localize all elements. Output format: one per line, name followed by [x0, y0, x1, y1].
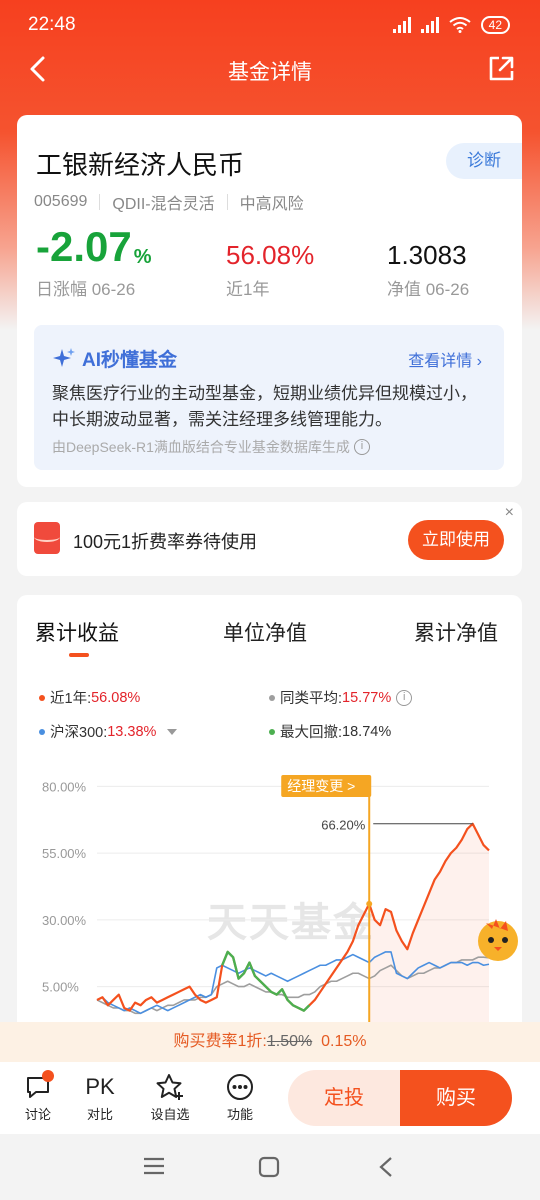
ai-source-text: 由DeepSeek-R1满血版结合专业基金数据库生成 — [52, 439, 350, 455]
year-return-metric: 56.08% 近1年 — [226, 233, 314, 300]
fund-category: QDII-混合灵活 — [112, 196, 215, 213]
signal-icon — [392, 17, 411, 33]
home-icon[interactable] — [258, 1156, 280, 1178]
ai-summary-text: 聚焦医疗行业的主动型基金，短期业绩优异但规模过小，中长期波动显著，需关注经理多线… — [52, 384, 477, 429]
use-coupon-button[interactable]: 立即使用 — [408, 520, 504, 560]
daily-change-label: 日涨幅 06-26 — [36, 280, 136, 299]
discounted-fee: 0.15% — [316, 1033, 367, 1050]
ai-summary-box[interactable]: AI秒懂基金 查看详情 › 聚焦医疗行业的主动型基金，短期业绩优异但规模过小，中… — [34, 325, 504, 470]
drawdown-line — [221, 950, 311, 1012]
auto-invest-button[interactable]: 定投 — [288, 1070, 400, 1126]
nav-metric: 1.3083 净值 06-26 — [387, 233, 469, 300]
fund-code: 005699 — [34, 193, 88, 210]
share-icon[interactable] — [486, 54, 516, 84]
year-return-label: 近1年 — [226, 280, 270, 299]
battery-icon: 42 — [480, 16, 510, 34]
status-icons: 42 — [392, 16, 510, 34]
manager-change-dot — [366, 900, 373, 907]
info-icon[interactable]: i — [353, 439, 370, 455]
discussion-button[interactable]: 讨论 — [8, 1070, 68, 1123]
fund-meta: 005699 QDII-混合灵活 中高风险 — [34, 190, 304, 214]
more-dots-icon — [210, 1072, 270, 1102]
original-fee: 1.50% — [266, 1033, 313, 1050]
daily-change-metric: -2.07% 日涨幅 06-26 — [36, 223, 152, 300]
add-favorite-label: 设自选 — [150, 1107, 190, 1122]
ai-source: 由DeepSeek-R1满血版结合专业基金数据库生成 i — [52, 437, 370, 457]
buy-button[interactable]: 购买 — [400, 1070, 512, 1126]
compare-label: 对比 — [86, 1107, 113, 1122]
bottom-action-bar: 讨论 PK 对比 设自选 功能 定投 购买 — [0, 1062, 540, 1134]
star-plus-icon — [140, 1072, 200, 1102]
fund-name: 工银新经济人民币 — [36, 150, 245, 180]
signal-icon — [420, 17, 439, 33]
y-tick-label: 55.00% — [42, 846, 87, 861]
promo-prefix: 购买费率1折: — [173, 1033, 267, 1050]
back-nav-icon[interactable] — [378, 1156, 394, 1178]
compare-button[interactable]: PK 对比 — [70, 1072, 130, 1123]
coupon-text: 100元1折费率券待使用 — [73, 532, 258, 552]
add-favorite-button[interactable]: 设自选 — [140, 1072, 200, 1123]
red-envelope-icon — [34, 522, 60, 554]
ai-more-text: 查看详情 — [408, 353, 473, 370]
ai-title-text: AI秒懂基金 — [82, 350, 178, 371]
manager-change-label: 经理变更 > — [287, 778, 355, 794]
system-nav-bar — [0, 1134, 540, 1200]
status-bar: 22:48 42 — [0, 0, 540, 50]
y-tick-label: 5.00% — [42, 980, 79, 995]
ai-title: AI秒懂基金 — [52, 345, 177, 372]
chat-bubble-icon — [8, 1070, 68, 1102]
daily-change-value: -2.07 — [36, 223, 132, 270]
mascot-icon[interactable] — [472, 913, 524, 965]
fund-summary-card: 工银新经济人民币 诊断 005699 QDII-混合灵活 中高风险 -2.07%… — [17, 115, 522, 487]
diagnose-button[interactable]: 诊断 — [446, 143, 522, 179]
fund-risk: 中高风险 — [239, 196, 304, 213]
nav-label: 净值 06-26 — [387, 280, 470, 299]
sparkle-icon — [53, 347, 75, 367]
divider — [99, 194, 101, 210]
menu-icon[interactable] — [143, 1156, 165, 1176]
pk-icon: PK — [85, 1074, 115, 1099]
top-nav: 基金详情 — [0, 50, 540, 90]
return-chart[interactable]: 80.00%55.00%30.00%5.00%经理变更 >66.20%-4.31… — [17, 595, 522, 1025]
coupon-card: 100元1折费率券待使用 立即使用 × — [17, 502, 522, 576]
ai-more-link[interactable]: 查看详情 › — [408, 347, 482, 371]
performance-chart-card: 累计收益 单位净值 累计净值 近1年: 56.08% 同类平均: 15.77% i … — [17, 595, 522, 1065]
more-functions-label: 功能 — [226, 1107, 253, 1122]
nav-value: 1.3083 — [387, 240, 467, 270]
daily-change-unit: % — [133, 246, 152, 268]
status-time: 22:48 — [28, 14, 76, 35]
fee-promo-bar[interactable]: 购买费率1折:1.50% 0.15% — [0, 1022, 540, 1062]
close-icon[interactable]: × — [505, 504, 514, 522]
more-functions-button[interactable]: 功能 — [210, 1072, 270, 1123]
divider — [226, 194, 228, 210]
year-return-value: 56.08% — [226, 240, 315, 270]
wifi-icon — [449, 17, 471, 33]
max-value-label: 66.20% — [321, 818, 366, 833]
chevron-right-icon: › — [476, 353, 482, 370]
y-tick-label: 80.00% — [42, 779, 87, 794]
discussion-label: 讨论 — [24, 1107, 51, 1122]
page-title: 基金详情 — [228, 61, 312, 84]
y-tick-label: 30.00% — [42, 913, 87, 928]
